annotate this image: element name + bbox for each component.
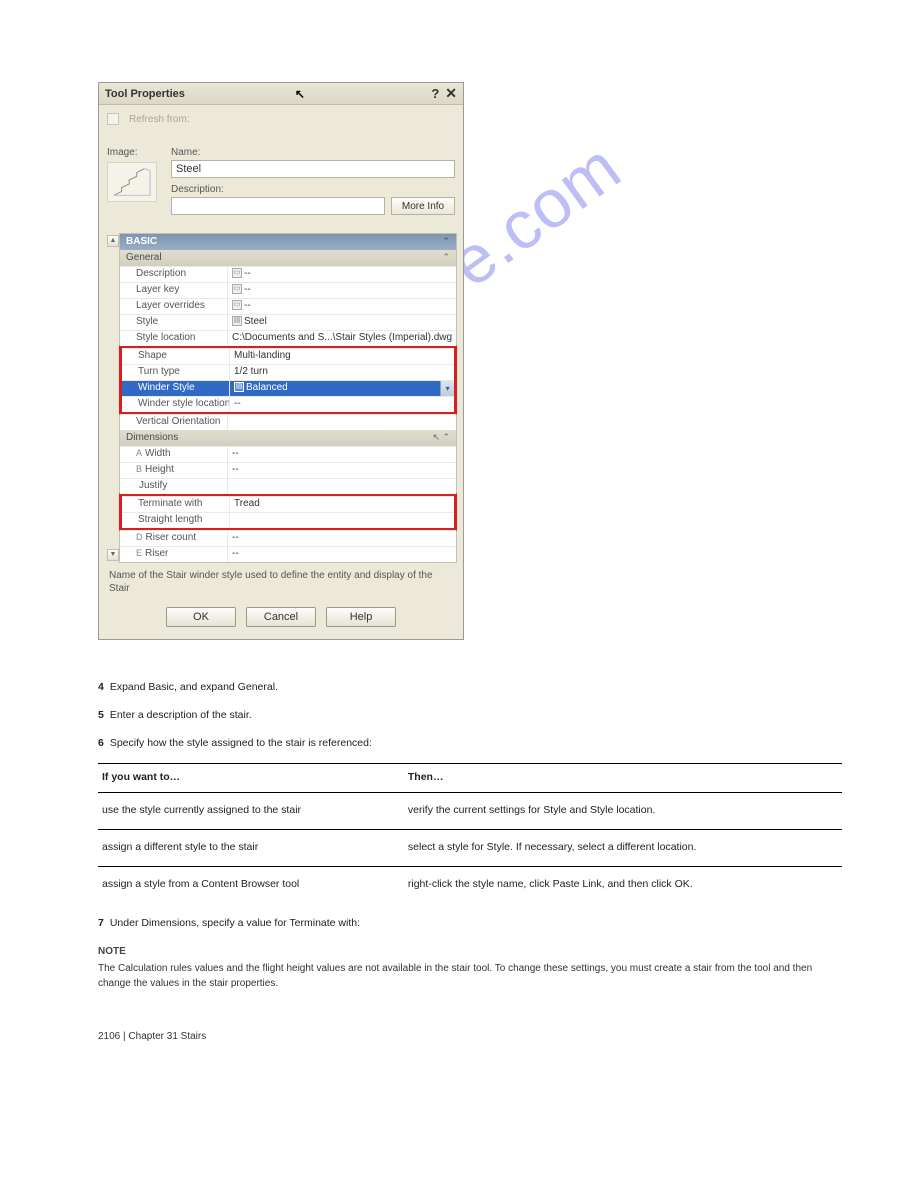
dialog-titlebar: Tool Properties ↖ ? ✕ xyxy=(99,83,463,105)
prop-row: Vertical Orientation xyxy=(120,414,456,430)
ok-button[interactable]: OK xyxy=(166,607,236,627)
scroll-up-icon[interactable]: ▲ xyxy=(107,235,119,247)
cursor-icon: ↖ xyxy=(295,87,305,101)
winder-style-dropdown[interactable]: ▤Balanced▾ xyxy=(230,381,454,396)
help-icon[interactable]: ? xyxy=(431,86,439,101)
chevron-up-icon: ⌃ xyxy=(443,252,451,263)
refresh-label: Refresh from: xyxy=(129,114,190,125)
close-icon[interactable]: ✕ xyxy=(445,85,457,102)
prop-row: Layer overrides▭-- xyxy=(120,298,456,314)
prop-row: BHeight-- xyxy=(120,462,456,478)
prop-row: Layer key▭-- xyxy=(120,282,456,298)
image-label: Image: xyxy=(107,147,171,158)
help-text: Name of the Stair winder style used to d… xyxy=(107,563,455,601)
scroll-down-icon[interactable]: ▼ xyxy=(107,549,119,561)
chevron-up-icon: ⌃ xyxy=(443,236,451,247)
basic-header[interactable]: BASIC ⌃ xyxy=(120,234,456,250)
prop-row: Description▭-- xyxy=(120,266,456,282)
edit-icon: ▭ xyxy=(232,284,242,294)
notice-body: The Calculation rules values and the fli… xyxy=(98,961,842,991)
name-input[interactable] xyxy=(171,160,455,178)
property-grid: BASIC ⌃ General ⌃ Description▭-- Layer k… xyxy=(119,233,457,563)
cancel-button[interactable]: Cancel xyxy=(246,607,316,627)
prop-row: Winder style location-- xyxy=(122,396,454,412)
prop-row: ERiser-- xyxy=(120,546,456,562)
name-label: Name: xyxy=(171,147,455,158)
stair-thumbnail xyxy=(107,162,157,202)
refresh-checkbox[interactable] xyxy=(107,113,119,125)
style-icon: ▤ xyxy=(234,382,244,392)
chevron-down-icon[interactable]: ▾ xyxy=(440,381,454,396)
dimensions-header[interactable]: Dimensions ↖ ⌃ xyxy=(120,430,456,446)
edit-icon: ▭ xyxy=(232,268,242,278)
document-body: 4Expand Basic, and expand General. 5Ente… xyxy=(98,680,842,991)
description-label: Description: xyxy=(171,184,455,195)
grid-scrollbar[interactable]: ▲ ▼ xyxy=(107,233,119,563)
dialog-title: Tool Properties xyxy=(105,88,185,100)
prop-row: Turn type1/2 turn xyxy=(122,364,454,380)
edit-icon: ▭ xyxy=(232,300,242,310)
prop-row: Winder Style▤Balanced▾ xyxy=(122,380,454,396)
prop-row: AWidth-- xyxy=(120,446,456,462)
prop-row: Straight length xyxy=(122,512,454,528)
prop-row: ShapeMulti-landing xyxy=(122,348,454,364)
description-input[interactable] xyxy=(171,197,385,215)
prop-row: DRiser count-- xyxy=(120,530,456,546)
tool-properties-dialog: Tool Properties ↖ ? ✕ Refresh from: Imag… xyxy=(98,82,464,640)
prop-row: Terminate withTread xyxy=(122,496,454,512)
style-icon: ▤ xyxy=(232,316,242,326)
prop-row: Style▤Steel xyxy=(120,314,456,330)
general-header[interactable]: General ⌃ xyxy=(120,250,456,266)
refresh-row: Refresh from: xyxy=(107,113,455,125)
prop-row: Style locationC:\Documents and S...\Stai… xyxy=(120,330,456,346)
help-button[interactable]: Help xyxy=(326,607,396,627)
chevron-up-icon: ↖ ⌃ xyxy=(432,432,450,443)
notice-title: NOTE xyxy=(98,944,842,959)
highlight-box-shape: ShapeMulti-landing Turn type1/2 turn Win… xyxy=(119,345,457,415)
more-info-button[interactable]: More Info xyxy=(391,197,455,215)
instruction-table: If you want to…Then… use the style curre… xyxy=(98,763,842,902)
page-footer: 2106 | Chapter 31 Stairs xyxy=(98,1031,842,1042)
highlight-box-terminate: Terminate withTread Straight length xyxy=(119,493,457,531)
prop-row: Justify xyxy=(120,478,456,494)
